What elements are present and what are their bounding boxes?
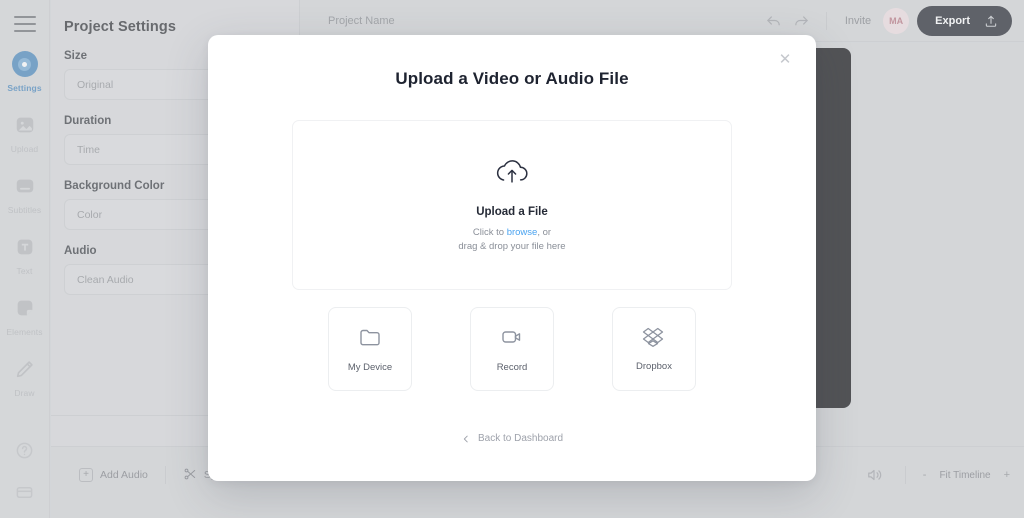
close-icon[interactable]: ✕ <box>776 50 794 68</box>
back-to-dashboard-label: Back to Dashboard <box>477 433 564 444</box>
option-label: Dropbox <box>636 361 672 372</box>
option-label: Record <box>496 362 528 373</box>
dropzone-title: Upload a File <box>476 205 548 218</box>
app-root: Settings Upload Subtitles Text Elements … <box>0 0 1024 518</box>
back-to-dashboard-link[interactable]: Back to Dashboard <box>208 433 816 444</box>
dropzone-line-2: drag & drop your file here <box>458 240 566 252</box>
cloud-upload-icon <box>493 157 531 192</box>
folder-icon <box>358 325 382 349</box>
upload-source-options: My Device Record Dropbox <box>328 307 696 391</box>
file-dropzone[interactable]: Upload a File Click to browse, or drag &… <box>292 120 732 290</box>
dropzone-subtitle: Click to browse, or drag & drop your fil… <box>458 226 565 254</box>
option-dropbox[interactable]: Dropbox <box>612 307 696 391</box>
dropzone-click-prefix: Click to <box>472 226 507 238</box>
video-camera-icon <box>500 325 524 349</box>
dropzone-click-suffix: , or <box>537 226 552 238</box>
dropzone-line-1: Click to browse, or <box>458 226 565 240</box>
option-my-device[interactable]: My Device <box>328 307 412 391</box>
browse-link[interactable]: browse <box>507 227 538 238</box>
option-label: My Device <box>347 362 393 373</box>
option-record[interactable]: Record <box>470 307 554 391</box>
upload-modal: ✕ Upload a Video or Audio File Upload a … <box>208 35 816 481</box>
chevron-left-icon <box>461 434 471 444</box>
dropbox-icon <box>642 326 666 348</box>
modal-title: Upload a Video or Audio File <box>395 69 629 88</box>
